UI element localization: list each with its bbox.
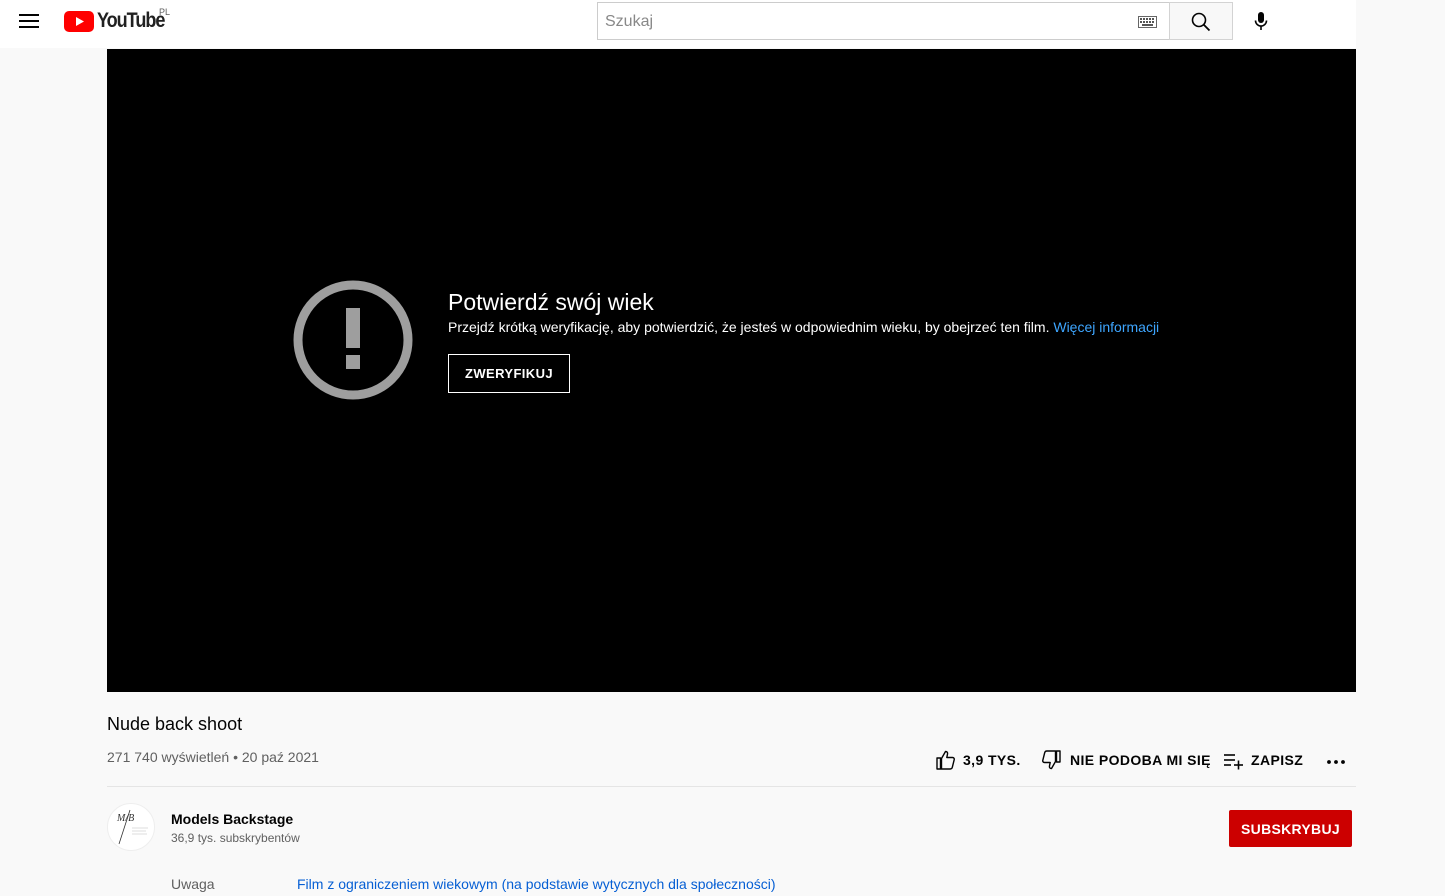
more-horizontal-icon [1327,760,1345,764]
age-verification-text: Przejdź krótką weryfikację, aby potwierd… [448,319,1050,335]
channel-logo: M/B [116,809,148,845]
top-bar: YouTube PL [0,0,1356,48]
subscriber-count: 36,9 tys. subskrybentów [171,831,300,845]
country-code: PL [159,7,171,17]
exclamation-warning-icon [293,280,413,400]
like-count: 3,9 TYS. [963,752,1021,768]
search-icon [1191,12,1211,32]
microphone-icon[interactable] [1250,10,1272,32]
video-player[interactable]: Potwierdź swój wiek Przejdź krótką weryf… [107,49,1356,692]
keyboard-icon[interactable] [1138,16,1157,28]
save-label: ZAPISZ [1251,752,1304,768]
search-input[interactable] [603,3,1127,41]
verify-button[interactable]: ZWERYFIKUJ [448,354,570,393]
svg-text:M/B: M/B [116,813,134,824]
channel-name[interactable]: Models Backstage [171,811,293,827]
dislike-button[interactable]: NIE PODOBA MI SIĘ [1041,748,1211,772]
hamburger-menu-icon[interactable] [18,12,40,30]
age-verification-title: Potwierdź swój wiek [448,289,654,315]
age-verification-description: Przejdź krótką weryfikację, aby potwierd… [448,319,1159,335]
playlist-add-icon [1224,754,1243,770]
age-restriction-link[interactable]: Film z ograniczeniem wiekowym (na podsta… [297,876,776,892]
search-box [597,2,1169,41]
subscribe-button[interactable]: SUBSKRYBUJ [1229,810,1352,847]
logo-text: YouTube [97,9,165,32]
youtube-play-icon [64,10,94,32]
notice-label: Uwaga [171,876,215,892]
save-button[interactable]: ZAPISZ [1222,748,1303,772]
video-views-date: 271 740 wyświetleń • 20 paź 2021 [107,749,319,765]
more-actions-button[interactable] [1325,748,1347,772]
thumbs-up-icon [936,750,955,770]
dislike-label: NIE PODOBA MI SIĘ [1070,752,1211,768]
video-title: Nude back shoot [107,714,243,734]
channel-avatar[interactable]: M/B [107,803,155,851]
thumbs-down-icon [1042,750,1061,770]
search-button[interactable] [1169,2,1233,40]
section-divider [107,786,1356,787]
more-info-link[interactable]: Więcej informacji [1053,319,1159,335]
like-button[interactable]: 3,9 TYS. [934,748,1021,772]
